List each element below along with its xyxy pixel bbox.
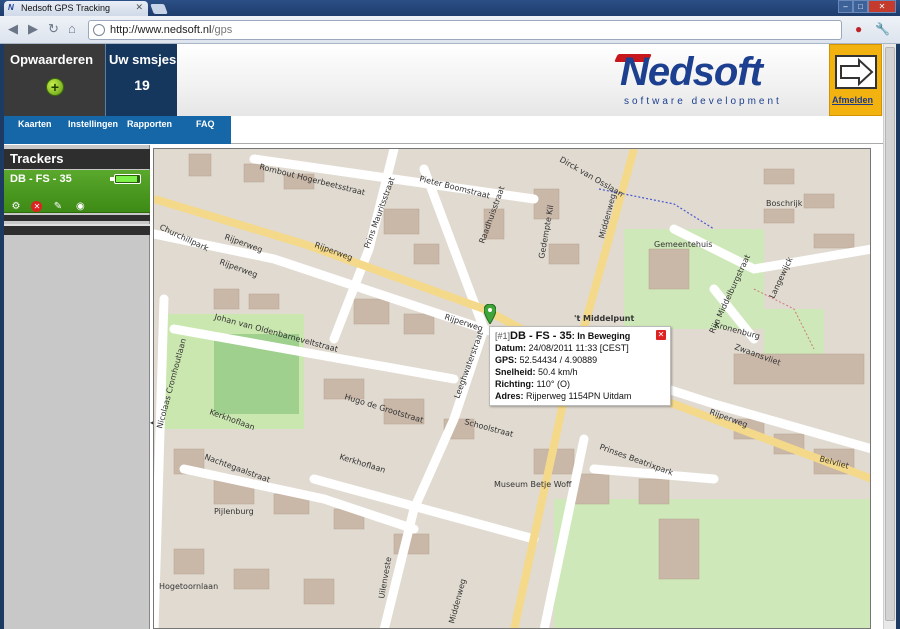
- url-text: http://www.nedsoft.nl/gps: [110, 24, 233, 36]
- close-window-button[interactable]: ✕: [868, 0, 896, 13]
- popup-heading-value: 110° (O): [536, 379, 570, 389]
- svg-text:Gemeentehuis: Gemeentehuis: [654, 240, 712, 249]
- browser-tab[interactable]: N Nedsoft GPS Tracking ✕: [4, 1, 148, 16]
- globe-icon: [93, 24, 105, 36]
- menu-item-kaarten[interactable]: Kaarten: [18, 119, 52, 129]
- extension-icon[interactable]: ●: [855, 22, 862, 36]
- browser-titlebar: N Nedsoft GPS Tracking ✕ – □ ✕: [0, 0, 900, 16]
- sms-count: 19: [134, 77, 150, 93]
- svg-text:'t Middelpunt: 't Middelpunt: [574, 314, 635, 323]
- wrench-icon[interactable]: 🔧: [875, 22, 890, 36]
- popup-date-value: 24/08/2011 11:33 [CEST]: [528, 343, 629, 353]
- popup-tracker-name: DB - FS - 35: [510, 330, 572, 342]
- home-icon[interactable]: ⌂: [68, 21, 76, 37]
- svg-text:Pijlenburg: Pijlenburg: [214, 507, 254, 516]
- settings-gear-icon[interactable]: ⚙: [9, 201, 23, 213]
- popup-gps-value: 52.54434 / 4.90889: [519, 355, 598, 365]
- sidebar-divider: [4, 224, 150, 235]
- forward-icon[interactable]: ▶: [28, 21, 38, 37]
- new-tab-button[interactable]: [150, 4, 168, 14]
- sms-label: Uw smsjes: [109, 52, 177, 67]
- main-menu: Kaarten Instellingen Rapporten FAQ: [4, 116, 883, 144]
- scrollbar-thumb[interactable]: [885, 47, 895, 621]
- back-icon[interactable]: ◀: [8, 21, 18, 37]
- tracker-info-popup: ✕ [#1]DB - FS - 35: In Beweging Datum: 2…: [489, 326, 671, 406]
- upgrade-label: Opwaarderen: [10, 52, 94, 67]
- logout-arrow-icon: [835, 55, 877, 89]
- address-bar[interactable]: http://www.nedsoft.nl/gps: [88, 20, 842, 40]
- nedsoft-favicon-icon: N: [8, 3, 14, 12]
- site-header: Opwaarderen + Uw smsjes 19 Nedsoft softw…: [4, 44, 883, 116]
- trackers-sidebar: Trackers DB - FS - 35 ⚙ ✕ ✎ ◉: [4, 145, 150, 629]
- browser-toolbar: ◀ ▶ ↻ ⌂ http://www.nedsoft.nl/gps ● 🔧: [0, 16, 900, 44]
- menu-item-instellingen[interactable]: Instellingen: [68, 119, 118, 129]
- upgrade-box[interactable]: Opwaarderen +: [4, 44, 105, 116]
- popup-index: [#1]: [495, 331, 511, 341]
- logout-button[interactable]: Afmelden: [829, 44, 882, 116]
- logo-tagline: software development: [624, 96, 782, 107]
- battery-icon: [110, 174, 141, 184]
- logo-text: Nedsoft: [620, 50, 763, 94]
- sidebar-divider: [4, 215, 150, 221]
- menu-item-faq[interactable]: FAQ: [196, 119, 215, 129]
- route-icon[interactable]: ✎: [51, 201, 65, 213]
- popup-address-label: Adres:: [495, 391, 524, 401]
- popup-status: : In Beweging: [571, 331, 631, 341]
- popup-gps-label: GPS:: [495, 355, 518, 365]
- popup-date-label: Datum:: [495, 343, 526, 353]
- web-page: Opwaarderen + Uw smsjes 19 Nedsoft softw…: [4, 44, 883, 629]
- minimize-button[interactable]: –: [838, 0, 853, 13]
- maximize-button[interactable]: □: [853, 0, 868, 13]
- svg-text:Boschrijk: Boschrijk: [766, 199, 803, 208]
- popup-speed-label: Snelheid:: [495, 367, 536, 377]
- popup-close-icon[interactable]: ✕: [656, 330, 666, 340]
- popup-heading-label: Richting:: [495, 379, 534, 389]
- menu-item-rapporten[interactable]: Rapporten: [127, 119, 172, 129]
- logout-label: Afmelden: [832, 95, 874, 105]
- tracker-item[interactable]: DB - FS - 35 ⚙ ✕ ✎ ◉: [4, 170, 150, 213]
- nedsoft-logo[interactable]: Nedsoft software development: [614, 50, 830, 110]
- popup-address-value: Rijperweg 1154PN Uitdam: [526, 391, 632, 401]
- reload-icon[interactable]: ↻: [48, 21, 59, 37]
- signal-icon[interactable]: ◉: [73, 201, 87, 213]
- plus-icon[interactable]: +: [46, 78, 64, 96]
- sms-box: Uw smsjes 19: [105, 44, 177, 116]
- svg-text:Hogetoornlaan: Hogetoornlaan: [159, 582, 218, 591]
- page-scrollbar[interactable]: [883, 44, 896, 629]
- popup-speed-value: 50.4 km/h: [538, 367, 578, 377]
- delete-icon[interactable]: ✕: [31, 201, 43, 212]
- trackers-title: Trackers: [4, 149, 150, 169]
- vehicle-marker-icon[interactable]: [483, 303, 497, 325]
- tab-title: Nedsoft GPS Tracking: [21, 3, 111, 13]
- tab-close-icon[interactable]: ✕: [135, 2, 143, 13]
- tracker-name: DB - FS - 35: [10, 173, 72, 185]
- svg-text:Museum Betje Woff: Museum Betje Woff: [494, 480, 572, 489]
